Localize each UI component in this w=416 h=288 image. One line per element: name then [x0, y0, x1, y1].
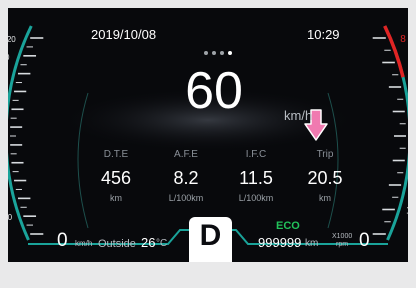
rpm-gauge-label: 8	[400, 34, 406, 45]
speed-gauge-ticks: 22020018016014012010080604020	[8, 25, 44, 241]
instrument-cluster: 22020018016014012010080604020 87654321 2…	[8, 8, 408, 262]
outside-temp-value: 26	[141, 235, 156, 250]
outside-temp-label: Outside	[98, 238, 136, 250]
rpm-unit: rpm	[336, 241, 349, 248]
page-dot	[204, 51, 208, 55]
odometer-unit: km	[305, 238, 319, 249]
speed-unit: km/h	[284, 108, 313, 123]
stat-label-ifc: I.F.C	[245, 149, 267, 160]
stat-value-dte: 456	[100, 168, 132, 188]
outside-temp-unit: °C	[156, 238, 168, 249]
stat-value-ifc: 11.5	[239, 168, 273, 188]
speed-gauge-label: 220	[8, 35, 16, 44]
page-dot	[220, 51, 224, 55]
stat-unit-trip: km	[319, 193, 331, 203]
speed-readout: 60	[185, 62, 243, 120]
stat-label-trip: Trip	[316, 149, 334, 160]
stat-unit-ifc: L/100km	[238, 193, 274, 203]
page-dot-active	[228, 51, 232, 55]
speed-gauge-label: 20	[8, 213, 13, 222]
gear-indicator: D	[199, 219, 222, 252]
page-indicator	[204, 51, 232, 55]
rpm-gauge-label: 1	[406, 206, 408, 217]
stat-value-trip: 20.5	[307, 168, 343, 188]
rpm-unit-multiplier: X1000	[332, 233, 353, 240]
rpm-gauge-zero: 0	[359, 230, 370, 251]
stat-unit-afe: L/100km	[168, 193, 204, 203]
stat-unit-dte: km	[110, 193, 122, 203]
speed-gauge-unit: km/h	[75, 239, 93, 248]
stat-value-afe: 8.2	[173, 168, 199, 188]
page-dot	[212, 51, 216, 55]
date-display: 2019/10/08	[91, 27, 157, 42]
speed-gauge-label: 200	[8, 53, 10, 62]
clock-display: 10:29	[307, 27, 340, 42]
odometer-value: 999999	[258, 235, 302, 250]
rpm-gauge-ticks: 87654321	[372, 25, 408, 241]
stat-label-afe: A.F.E	[174, 149, 198, 160]
speed-gauge-arc	[8, 25, 33, 241]
stat-label-dte: D.T.E	[103, 149, 129, 160]
eco-indicator: ECO	[276, 220, 300, 232]
speed-gauge-zero: 0	[57, 230, 68, 251]
